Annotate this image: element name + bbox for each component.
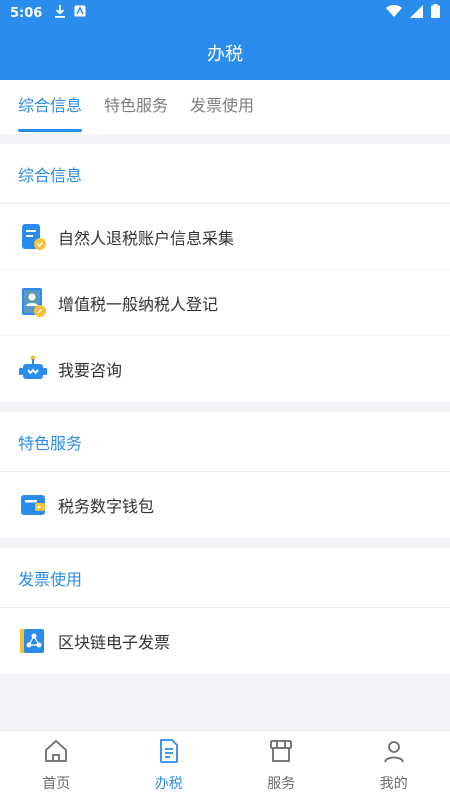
battery-icon	[431, 4, 440, 22]
tab-special-services[interactable]: 特色服务	[104, 80, 168, 134]
registration-icon	[18, 287, 48, 318]
list-item-label: 区块链电子发票	[58, 633, 171, 652]
download-icon	[54, 4, 66, 22]
section-title: 综合信息	[0, 144, 450, 204]
list-item-vat-registration[interactable]: 增值税一般纳税人登记	[0, 270, 450, 336]
tab-comprehensive-info[interactable]: 综合信息	[18, 80, 83, 134]
app-notification-icon	[74, 5, 86, 21]
wifi-icon	[386, 4, 402, 22]
blockchain-invoice-icon	[18, 626, 48, 656]
list-item-label: 自然人退税账户信息采集	[58, 228, 235, 248]
wallet-icon	[18, 490, 48, 520]
user-icon	[382, 739, 406, 767]
signal-icon	[410, 4, 423, 22]
page-title: 办税	[207, 44, 243, 65]
section-title: 特色服务	[0, 412, 450, 472]
list-item-label: 税务数字钱包	[58, 497, 155, 516]
section-special-services: 特色服务 税务数字钱包	[0, 412, 450, 538]
list-item-blockchain-invoice[interactable]: 区块链电子发票	[0, 608, 450, 674]
list-item-digital-wallet[interactable]: 税务数字钱包	[0, 472, 450, 538]
nav-label: 办税	[154, 775, 183, 792]
app-header: 办税	[0, 26, 450, 80]
main-content: 综合信息 自然人退税账户信息采集 增值税一般纳税人登记 我要咨询 特色服务 税务…	[0, 144, 450, 684]
id-card-icon	[18, 222, 48, 252]
nav-mine[interactable]: 我的	[338, 731, 450, 800]
bottom-navigation: 首页 办税 服务 我的	[0, 730, 450, 800]
list-item-consult[interactable]: 我要咨询	[0, 336, 450, 402]
list-item-refund-account[interactable]: 自然人退税账户信息采集	[0, 204, 450, 270]
tab-bar: 综合信息 特色服务 发票使用	[0, 80, 450, 134]
status-time: 5:06	[10, 5, 43, 21]
nav-label: 首页	[42, 775, 71, 792]
nav-label: 服务	[267, 775, 296, 792]
list-item-label: 我要咨询	[58, 361, 123, 380]
robot-icon	[18, 354, 48, 384]
section-title: 发票使用	[0, 548, 450, 608]
section-comprehensive-info: 综合信息 自然人退税账户信息采集 增值税一般纳税人登记 我要咨询	[0, 144, 450, 402]
section-invoice-usage: 发票使用 区块链电子发票	[0, 548, 450, 674]
nav-label: 我的	[379, 775, 408, 792]
nav-home[interactable]: 首页	[0, 731, 113, 800]
nav-tax[interactable]: 办税	[113, 731, 226, 800]
list-item-label: 增值税一般纳税人登记	[58, 294, 219, 314]
document-icon	[158, 738, 180, 767]
home-icon	[43, 739, 69, 767]
nav-services[interactable]: 服务	[225, 731, 338, 800]
status-bar: 5:06	[0, 0, 450, 26]
tab-invoice-usage[interactable]: 发票使用	[190, 80, 254, 134]
store-icon	[269, 739, 293, 767]
